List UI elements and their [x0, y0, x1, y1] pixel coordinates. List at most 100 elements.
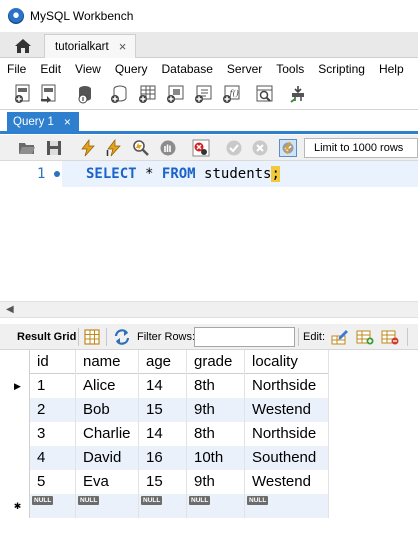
- new-sql-tab-icon[interactable]: [13, 84, 34, 104]
- cell-name[interactable]: David: [76, 446, 139, 470]
- cell-grade[interactable]: 9th: [187, 470, 245, 494]
- menu-database[interactable]: Database: [155, 62, 220, 76]
- create-view-icon[interactable]: [165, 84, 186, 104]
- grid-view-icon[interactable]: [83, 328, 101, 346]
- cell-locality[interactable]: NULL: [245, 494, 329, 518]
- commit-icon[interactable]: [225, 139, 243, 157]
- connection-tab-tutorialkart[interactable]: tutorialkart ×: [44, 34, 136, 58]
- home-tab[interactable]: [6, 34, 40, 58]
- title-bar: MySQL Workbench: [0, 0, 418, 32]
- reconnect-icon[interactable]: [288, 84, 309, 104]
- refresh-icon[interactable]: [113, 328, 131, 346]
- cell-age[interactable]: 14: [139, 422, 187, 446]
- close-icon[interactable]: ×: [64, 115, 71, 129]
- cell-id[interactable]: NULL: [30, 494, 76, 518]
- cell-name[interactable]: Charlie: [76, 422, 139, 446]
- explain-icon[interactable]: [132, 139, 150, 157]
- row-indicator: [6, 398, 30, 422]
- column-header-grade[interactable]: grade: [187, 350, 245, 374]
- tab-query-1[interactable]: Query 1 ×: [7, 112, 79, 132]
- cell-locality[interactable]: Westend: [245, 398, 329, 422]
- table-row[interactable]: 5 Eva 15 9th Westend: [6, 470, 329, 494]
- menu-help[interactable]: Help: [372, 62, 411, 76]
- null-badge: NULL: [141, 496, 163, 505]
- cell-grade[interactable]: 9th: [187, 398, 245, 422]
- cell-grade[interactable]: 8th: [187, 374, 245, 398]
- cell-name[interactable]: Bob: [76, 398, 139, 422]
- column-header-id[interactable]: id: [30, 350, 76, 374]
- table-row[interactable]: 2 Bob 15 9th Westend: [6, 398, 329, 422]
- stop-icon[interactable]: [159, 139, 177, 157]
- results-toolbar: Result Grid Filter Rows: Edit:: [0, 324, 418, 350]
- cell-age[interactable]: 15: [139, 470, 187, 494]
- schema-inspector-icon[interactable]: [75, 84, 96, 104]
- mysql-workbench-logo-icon: [8, 8, 24, 24]
- insert-row-icon[interactable]: [356, 328, 374, 346]
- cell-locality[interactable]: Southend: [245, 446, 329, 470]
- cell-id[interactable]: 3: [30, 422, 76, 446]
- cell-grade[interactable]: 8th: [187, 422, 245, 446]
- cell-id[interactable]: 1: [30, 374, 76, 398]
- menu-server[interactable]: Server: [220, 62, 269, 76]
- open-sql-script-icon[interactable]: [39, 84, 60, 104]
- menu-view[interactable]: View: [68, 62, 108, 76]
- query-tab-label: Query 1: [13, 116, 54, 128]
- table-row[interactable]: 4 David 16 10th Southend: [6, 446, 329, 470]
- create-function-icon[interactable]: f(): [221, 84, 242, 104]
- delete-row-icon[interactable]: [381, 328, 399, 346]
- create-schema-icon[interactable]: [109, 84, 130, 104]
- cell-grade[interactable]: 10th: [187, 446, 245, 470]
- cell-name[interactable]: Alice: [76, 374, 139, 398]
- connection-tab-label: tutorialkart: [55, 40, 109, 53]
- table-row[interactable]: ▶ 1 Alice 14 8th Northside: [6, 374, 329, 398]
- new-row[interactable]: ✱ NULL NULL NULL NULL NULL: [6, 494, 329, 518]
- cell-age[interactable]: 15: [139, 398, 187, 422]
- home-icon: [15, 39, 31, 53]
- scroll-left-arrow-icon[interactable]: ◀: [6, 304, 14, 315]
- menu-query[interactable]: Query: [108, 62, 155, 76]
- create-procedure-icon[interactable]: [193, 84, 214, 104]
- limit-rows-select[interactable]: Limit to 1000 rows: [304, 138, 418, 158]
- menu-tools[interactable]: Tools: [269, 62, 311, 76]
- cell-locality[interactable]: Westend: [245, 470, 329, 494]
- save-icon[interactable]: [45, 139, 63, 157]
- column-header-age[interactable]: age: [139, 350, 187, 374]
- cell-name[interactable]: Eva: [76, 470, 139, 494]
- cell-age[interactable]: 16: [139, 446, 187, 470]
- cell-age[interactable]: NULL: [139, 494, 187, 518]
- execute-current-icon[interactable]: I: [105, 139, 123, 157]
- toggle-error-icon[interactable]: [192, 139, 210, 157]
- execute-icon[interactable]: [79, 139, 97, 157]
- table-row[interactable]: 3 Charlie 14 8th Northside: [6, 422, 329, 446]
- column-header-name[interactable]: name: [76, 350, 139, 374]
- column-header-locality[interactable]: locality: [245, 350, 329, 374]
- editor-horizontal-scrollbar[interactable]: ◀: [0, 301, 418, 318]
- cell-id[interactable]: 2: [30, 398, 76, 422]
- sql-statement[interactable]: SELECT * FROM students;: [86, 166, 280, 182]
- cell-age[interactable]: 14: [139, 374, 187, 398]
- cell-id[interactable]: 5: [30, 470, 76, 494]
- grid-header-row: id name age grade locality: [6, 350, 329, 374]
- rollback-icon[interactable]: [251, 139, 269, 157]
- close-icon[interactable]: ×: [119, 39, 127, 54]
- result-grid-label[interactable]: Result Grid: [17, 331, 76, 343]
- null-badge: NULL: [32, 496, 54, 505]
- search-table-data-icon[interactable]: [254, 84, 275, 104]
- sql-editor[interactable]: 1 SELECT * FROM students;: [0, 161, 418, 301]
- menu-scripting[interactable]: Scripting: [311, 62, 372, 76]
- cell-name[interactable]: NULL: [76, 494, 139, 518]
- filter-rows-input[interactable]: [194, 327, 295, 347]
- cell-grade[interactable]: NULL: [187, 494, 245, 518]
- edit-current-row-icon[interactable]: [331, 328, 349, 346]
- menu-edit[interactable]: Edit: [33, 62, 68, 76]
- open-file-icon[interactable]: [18, 139, 36, 157]
- cell-locality[interactable]: Northside: [245, 422, 329, 446]
- autocommit-icon[interactable]: [279, 139, 297, 157]
- toolbar-separator: [78, 328, 79, 346]
- menu-file[interactable]: File: [0, 62, 33, 76]
- statement-marker-icon: [54, 171, 60, 177]
- edit-label: Edit:: [303, 331, 326, 343]
- cell-id[interactable]: 4: [30, 446, 76, 470]
- cell-locality[interactable]: Northside: [245, 374, 329, 398]
- create-table-icon[interactable]: [137, 84, 158, 104]
